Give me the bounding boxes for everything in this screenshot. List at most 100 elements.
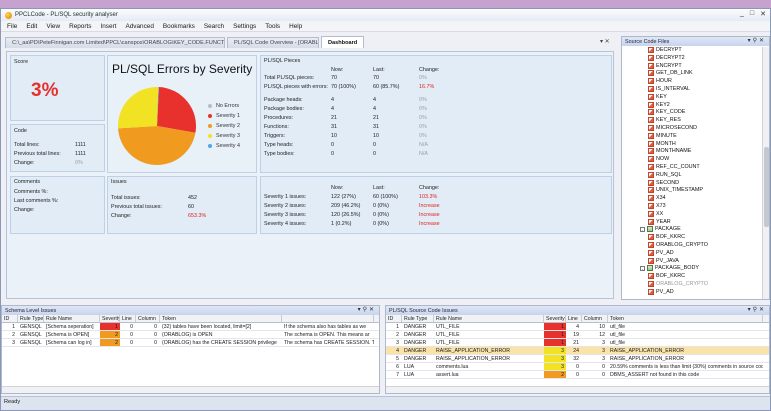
pieces-row-label: Triggers: — [264, 133, 286, 139]
collapse-icon[interactable]: - — [640, 226, 645, 232]
column-header[interactable] — [282, 315, 374, 322]
column-header[interactable]: Token — [608, 315, 763, 322]
tree-file[interactable]: XX — [648, 210, 663, 217]
column-header[interactable]: Column — [582, 315, 608, 322]
cell-sev: 1 — [544, 339, 566, 346]
table-row[interactable]: 6 LUA comments.lua 3 0 0 20.59% comments is le… — [386, 363, 769, 371]
tree-file[interactable]: MONTH — [648, 140, 676, 147]
column-header[interactable]: Rule Type — [402, 315, 434, 322]
table-row[interactable]: 3 GENSQL [Schema can log in] 2 0 0 (ORABLOG) h… — [2, 339, 379, 347]
pieces-col-header: Last: — [373, 67, 385, 73]
close-button[interactable]: ✕ — [760, 10, 766, 18]
tree-file[interactable]: PV_JAVA — [648, 257, 679, 264]
tree-file[interactable]: X34 — [648, 195, 666, 202]
menu-search[interactable]: Search — [204, 23, 224, 30]
tree-file[interactable]: NOW — [648, 156, 669, 163]
column-header[interactable]: Line — [120, 315, 136, 322]
tree-file[interactable]: DECRYPT2 — [648, 54, 685, 61]
code-row-value: 1111 — [75, 151, 86, 157]
tree-file[interactable]: MINUTE — [648, 132, 677, 139]
severity-row-now: 120 (26.5%) — [331, 212, 361, 218]
menu-advanced[interactable]: Advanced — [125, 23, 153, 30]
column-header[interactable]: Rule Name — [434, 315, 544, 322]
tree-scroll-thumb[interactable] — [764, 147, 769, 227]
table-row[interactable]: 1 DANGER UTL_FILE 1 4 10 utl_file — [386, 323, 769, 331]
tree-file[interactable]: ENCRYPT — [648, 62, 682, 69]
tree-file[interactable]: MONTHNAME — [648, 148, 691, 155]
tree-scrollbar[interactable] — [762, 47, 769, 299]
cell-name: [Schema seperation] — [46, 324, 94, 330]
tab-2[interactable]: Dashboard — [321, 36, 365, 48]
column-header[interactable]: Rule Name — [44, 315, 100, 322]
severity-row-label: Severity 1 issues: — [264, 194, 307, 200]
column-header[interactable]: Line — [566, 315, 582, 322]
table-row[interactable]: 1 GENSQL [Schema seperation] 1 0 0 (32) tables… — [2, 323, 379, 331]
function-icon — [648, 257, 654, 264]
schema-hscrollbar[interactable] — [2, 386, 379, 393]
menu-bar: File Edit View Reports Insert Advanced Bookmar… — [1, 21, 770, 32]
column-header[interactable]: ID — [386, 315, 402, 322]
tree-file[interactable]: UNIX_TIMESTAMP — [648, 187, 703, 194]
collapse-icon[interactable]: - — [640, 265, 645, 271]
tab-1[interactable]: PL/SQL Code Overview - [ORABLOG] — [227, 37, 319, 48]
tree-file[interactable]: ORABLOG_CRYPTO — [648, 281, 708, 287]
tree-file[interactable]: KEY_CODE — [648, 109, 685, 116]
menu-settings[interactable]: Settings — [233, 23, 256, 30]
table-row[interactable]: 5 DANGER RAISE_APPLICATION_ERROR 3 32 3 RAISE_… — [386, 355, 769, 363]
tree-file[interactable]: MICROSECOND — [648, 125, 697, 131]
severity-row-change: Increase — [419, 212, 440, 218]
tree-file[interactable]: RUN_SQL — [648, 171, 681, 178]
pieces-row-change: 0% — [419, 106, 427, 112]
maximize-button[interactable]: □ — [750, 10, 754, 18]
minimize-button[interactable]: _ — [740, 10, 744, 18]
code-hscrollbar[interactable] — [386, 386, 769, 393]
tree-file[interactable]: REF_CC_COUNT — [648, 164, 700, 170]
menu-file[interactable]: File — [7, 23, 17, 30]
cell-name: RAISE_APPLICATION_ERROR — [436, 356, 510, 362]
menu-help[interactable]: Help — [289, 23, 302, 30]
tree-file[interactable]: PV_AD — [648, 249, 674, 256]
tree-folder[interactable]: - PACKAGE — [640, 226, 681, 233]
tab-0[interactable]: C:\_aa\PD\PeteFinnigan.com Limited\PPCL\… — [5, 37, 225, 48]
column-header[interactable]: Column — [136, 315, 160, 322]
pieces-row-last: 0 — [373, 151, 376, 157]
menu-bookmarks[interactable]: Bookmarks — [163, 23, 195, 30]
panel-controls-icon[interactable]: ▾⚲✕ — [748, 37, 766, 44]
tree-file[interactable]: PV_AD — [648, 288, 674, 295]
tree-file[interactable]: BOF_KKRC — [648, 234, 685, 241]
tab-close-icon[interactable]: ▾ ✕ — [600, 38, 610, 45]
tree-file[interactable]: KEY_RES — [648, 117, 681, 124]
menu-tools[interactable]: Tools — [265, 23, 280, 30]
cell-sev: 3 — [544, 347, 566, 354]
score-title: Score — [14, 59, 29, 65]
menu-reports[interactable]: Reports — [69, 23, 91, 30]
tree-file[interactable]: ORABLOG_CRYPTO — [648, 242, 708, 248]
tree-file[interactable]: DECRYPT — [648, 47, 682, 53]
tree-file[interactable]: SECOND — [648, 179, 679, 186]
table-row[interactable]: 4 DANGER RAISE_APPLICATION_ERROR 3 24 3 RAISE_… — [386, 347, 769, 355]
tree-file[interactable]: IS_INTERVAL — [648, 86, 690, 92]
column-header[interactable]: Severity — [544, 315, 566, 322]
menu-view[interactable]: View — [46, 23, 60, 30]
menu-edit[interactable]: Edit — [26, 23, 37, 30]
tree-file[interactable]: KEY2 — [648, 101, 670, 108]
tree-file[interactable]: X73 — [648, 203, 666, 209]
table-row[interactable]: 2 GENSQL [Schema is OPEN] 2 0 0 (ORABLOG) is O… — [2, 331, 379, 339]
column-header[interactable]: Rule Type — [18, 315, 44, 322]
tree-file[interactable]: GET_DB_LINK — [648, 70, 693, 77]
column-header[interactable]: ID — [2, 315, 18, 322]
tree-file[interactable]: KEY — [648, 93, 667, 100]
table-row[interactable]: 3 DANGER UTL_FILE 1 21 3 utl_file — [386, 339, 769, 347]
tree-file[interactable]: YEAR — [648, 218, 671, 225]
menu-insert[interactable]: Insert — [100, 23, 116, 30]
table-row[interactable]: 2 DANGER UTL_FILE 1 19 12 utl_file — [386, 331, 769, 339]
panel-controls-icon[interactable]: ▾⚲✕ — [358, 306, 376, 313]
tree-folder[interactable]: - PACKAGE_BODY — [640, 265, 699, 272]
panel-controls-icon[interactable]: ▾⚲✕ — [748, 306, 766, 313]
tree-file[interactable]: BOF_KKRC — [648, 273, 685, 280]
severity-row-last: 0 (0%) — [373, 212, 389, 218]
column-header[interactable]: Severity — [100, 315, 120, 322]
column-header[interactable]: Token — [160, 315, 282, 322]
table-row[interactable]: 7 LUA assert.lua 2 0 0 DBMS_ASSERT not found i… — [386, 371, 769, 379]
tree-file[interactable]: HOUR — [648, 78, 672, 85]
